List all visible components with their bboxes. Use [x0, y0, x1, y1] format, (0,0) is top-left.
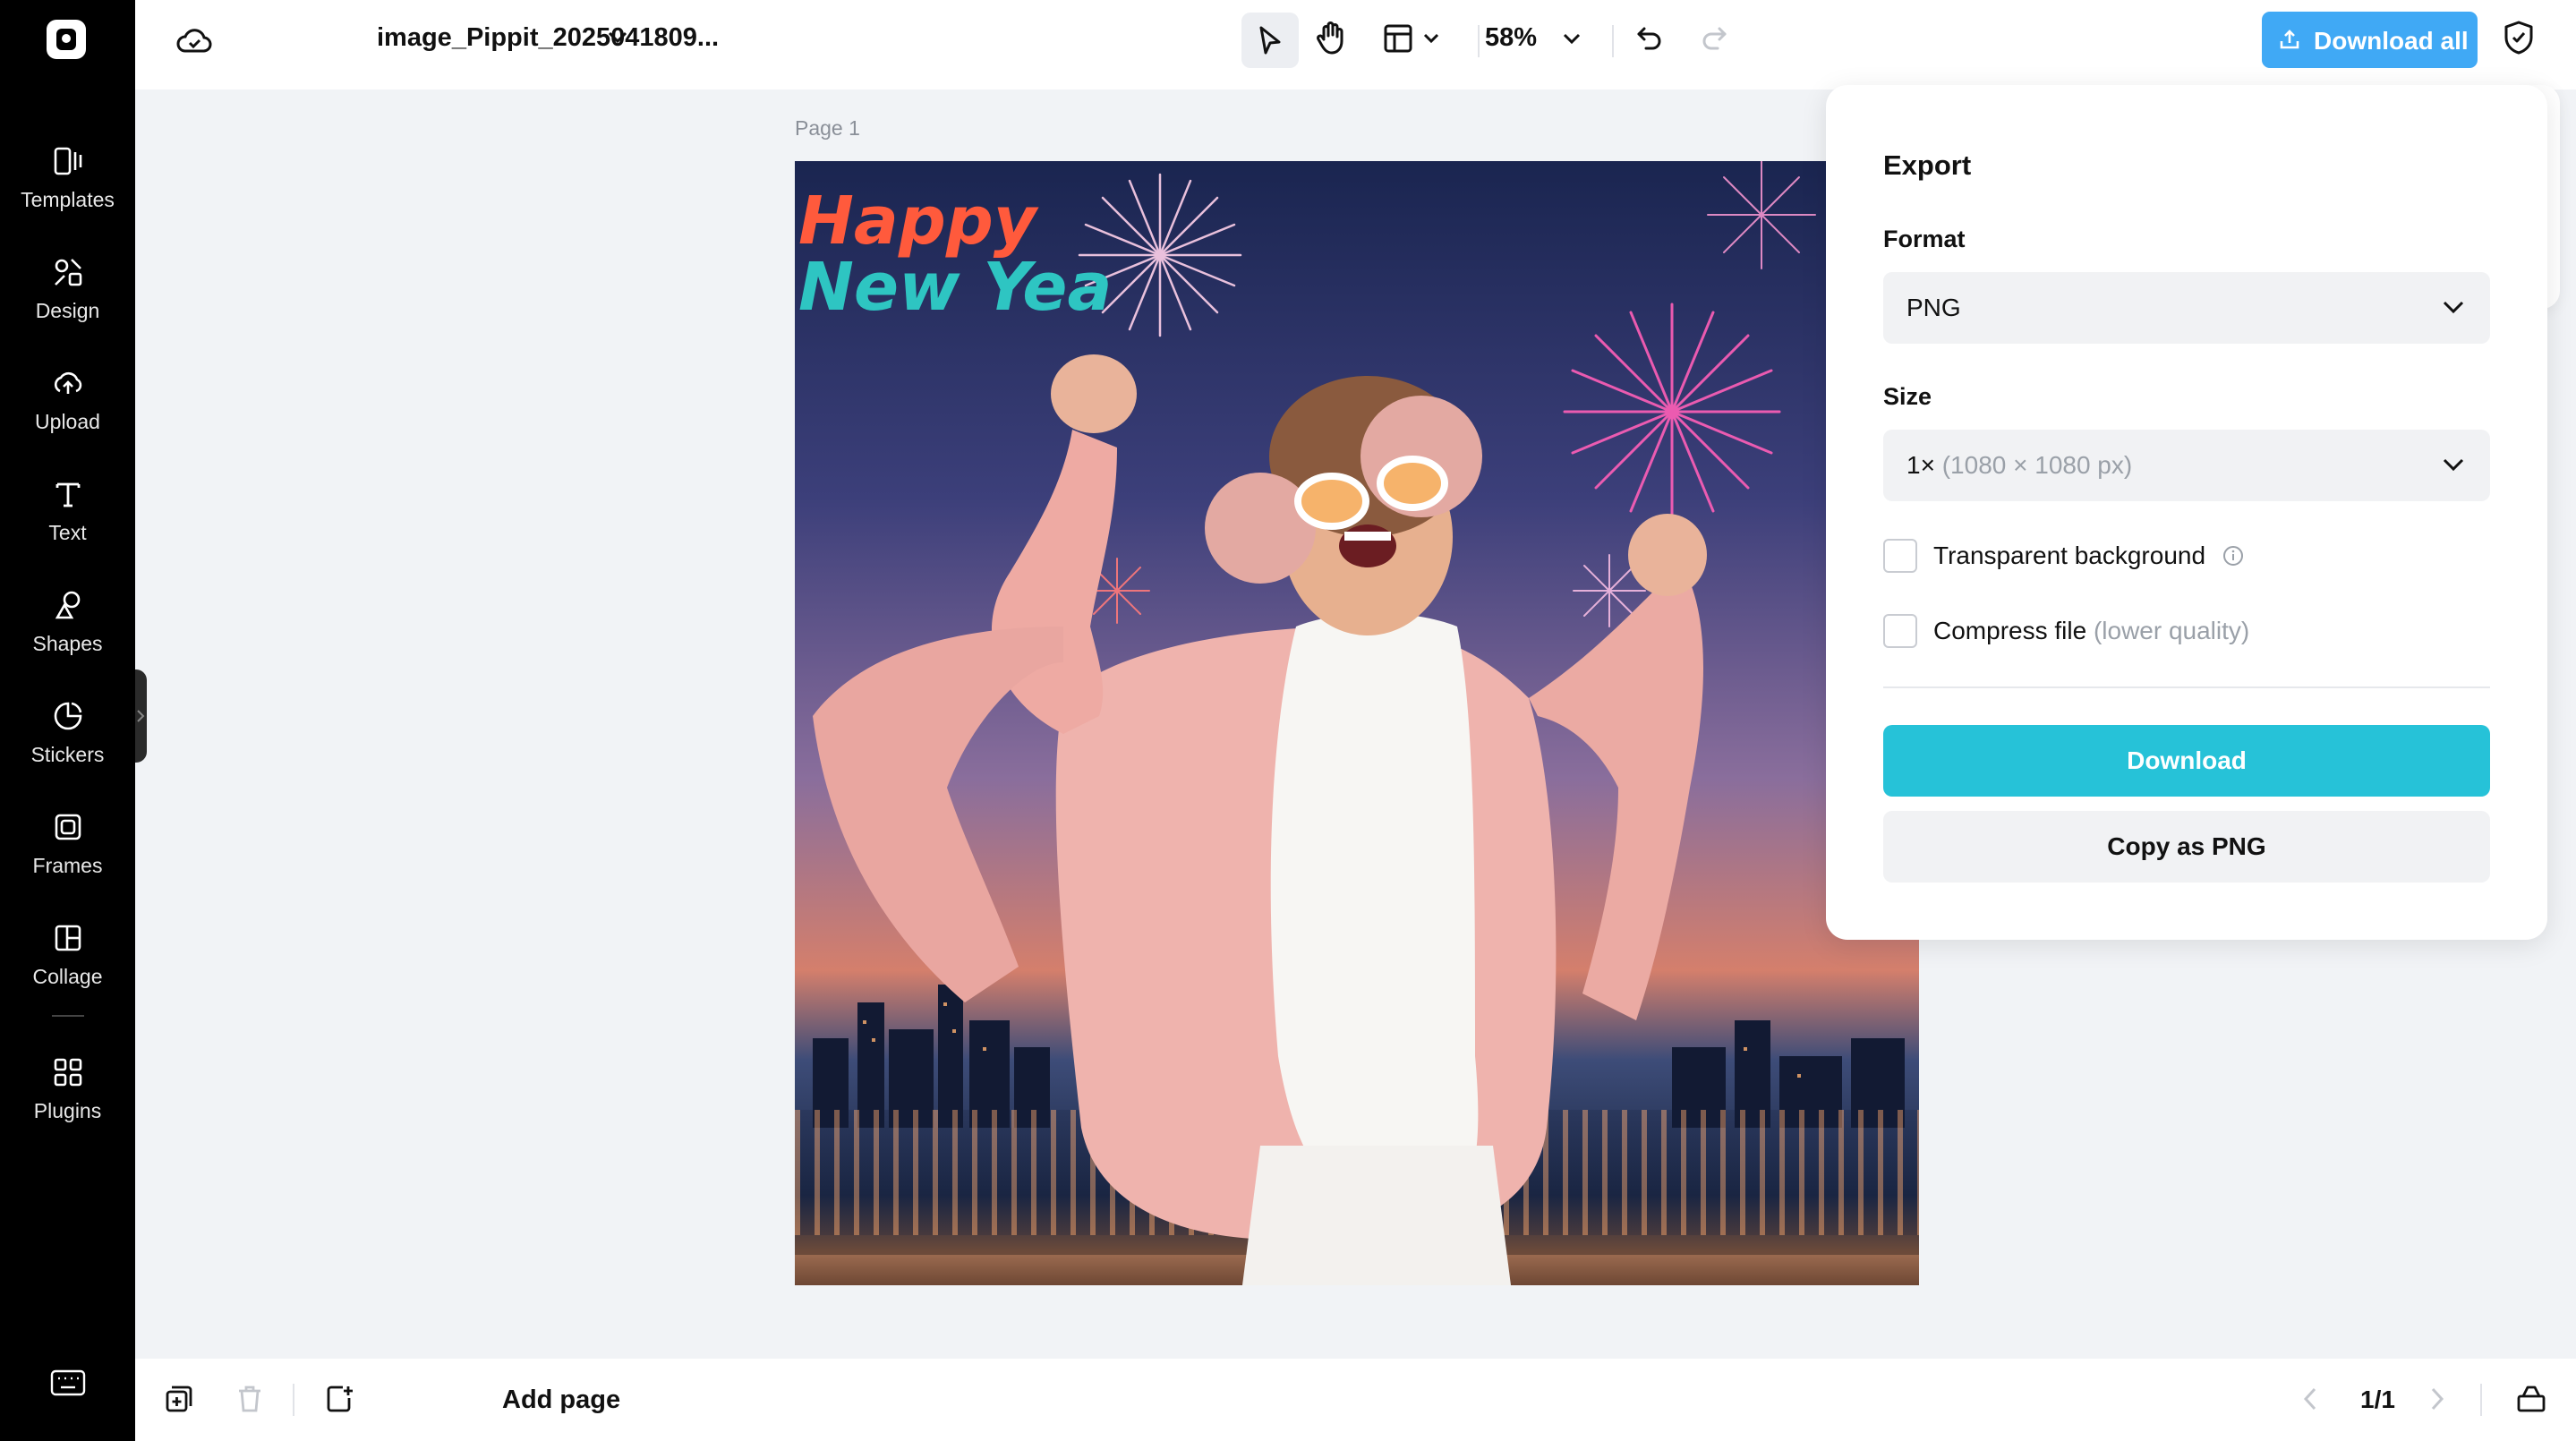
download-all-label: Download all	[2314, 27, 2469, 55]
select-tool-button[interactable]	[1241, 13, 1299, 68]
person-illustration	[813, 354, 1707, 1285]
bottom-divider	[293, 1384, 294, 1416]
artboard-image[interactable]: Happy New Yea	[795, 161, 1919, 1285]
compress-file-checkbox[interactable]	[1883, 614, 1917, 648]
format-select[interactable]: PNG	[1883, 272, 2490, 344]
zoom-level[interactable]: 58%	[1485, 23, 1537, 53]
sidebar-item-label: Plugins	[33, 1099, 102, 1122]
collage-icon	[55, 925, 81, 951]
collapse-panel-handle[interactable]	[135, 669, 147, 763]
redo-icon[interactable]	[1700, 23, 1728, 52]
toolbar-divider	[1478, 25, 1480, 57]
size-select[interactable]: 1× (1080 × 1080 px)	[1883, 430, 2490, 501]
bottom-divider	[2480, 1384, 2482, 1416]
chevron-right-icon	[137, 710, 145, 722]
trash-icon[interactable]	[235, 1384, 264, 1414]
size-label: Size	[1883, 383, 1932, 410]
spacer5	[1178, 21, 1179, 22]
page-label: Page 1	[795, 116, 860, 140]
export-title: Export	[1883, 149, 1972, 181]
sidebar-item-frames[interactable]: Frames	[0, 802, 135, 900]
frames-icon	[55, 814, 81, 840]
chevron-down-icon	[2443, 458, 2464, 472]
transparent-background-checkbox[interactable]	[1883, 539, 1917, 573]
design-icon	[55, 259, 82, 286]
keyboard-shortcuts-icon[interactable]	[50, 1369, 86, 1396]
sidebar-item-collage[interactable]: Collage	[0, 913, 135, 1011]
info-icon[interactable]	[2222, 544, 2245, 567]
sidebar-item-label: Design	[35, 299, 100, 322]
upload-arrow-icon	[2280, 30, 2299, 49]
sidebar-item-label: Templates	[21, 188, 115, 211]
sidebar-item-label: Upload	[35, 410, 100, 433]
add-page-button[interactable]: Add page	[502, 1386, 620, 1415]
shapes-icon	[55, 591, 81, 619]
sidebar-item-label: Text	[48, 521, 87, 544]
sidebar-item-label: Shapes	[32, 632, 103, 655]
sidebar-item-plugins[interactable]: Plugins	[0, 1047, 135, 1146]
divider	[1883, 686, 2490, 688]
compress-file-option[interactable]: Compress file (lower quality)	[1933, 617, 2249, 645]
transparent-background-option[interactable]: Transparent background	[1933, 541, 2245, 570]
upload-icon	[54, 371, 82, 394]
sidebar-item-label: Collage	[32, 965, 103, 988]
spacer6	[1180, 21, 1181, 22]
sidebar-item-shapes[interactable]: Shapes	[0, 580, 135, 678]
cloud-sync-icon[interactable]	[176, 25, 212, 55]
bottom-bar: Add page 1/1	[135, 1359, 2576, 1441]
sidebar-item-stickers[interactable]: Stickers	[0, 691, 135, 789]
format-label: Format	[1883, 226, 1966, 252]
pages-panel-icon[interactable]	[2516, 1382, 2546, 1414]
next-page-icon[interactable]	[2427, 1386, 2448, 1412]
artwork-line1: Happy	[798, 183, 1037, 260]
artwork-line2: New Yea	[798, 249, 1113, 326]
text-icon	[55, 482, 81, 507]
undo-icon[interactable]	[1635, 23, 1664, 52]
add-page-icon[interactable]	[325, 1384, 355, 1414]
templates-icon	[54, 147, 82, 175]
export-panel: Export Format PNG Size 1× (1080 × 1080 p…	[1826, 85, 2547, 940]
layout-chevron-down-icon[interactable]	[1422, 32, 1440, 45]
page-indicator: 1/1	[2360, 1386, 2395, 1413]
download-button[interactable]: Download	[1883, 725, 2490, 797]
spacer26	[1193, 0, 1194, 1]
copy-as-png-button[interactable]: Copy as PNG	[1883, 811, 2490, 883]
size-scale: 1×	[1906, 451, 1935, 479]
sidebar-item-label: Stickers	[30, 743, 105, 766]
top-bar: image_Pippit_2025041809... 58% Download …	[135, 0, 2576, 90]
chevron-down-icon[interactable]	[607, 30, 628, 45]
file-name[interactable]: image_Pippit_2025041809...	[377, 23, 719, 53]
size-dimensions: (1080 × 1080 px)	[1941, 451, 2133, 479]
compress-file-hint: (lower quality)	[2093, 617, 2250, 644]
layout-icon[interactable]	[1383, 23, 1413, 54]
rail-divider	[52, 1015, 84, 1017]
duplicate-page-icon[interactable]	[164, 1384, 194, 1414]
shield-check-icon[interactable]	[2503, 20, 2535, 55]
sidebar-item-label: Frames	[32, 854, 103, 877]
sidebar-item-text[interactable]: Text	[0, 469, 135, 567]
chevron-down-icon	[2443, 301, 2464, 314]
sidebar-item-upload[interactable]: Upload	[0, 358, 135, 456]
cursor-icon	[1259, 26, 1281, 55]
sidebar-item-templates[interactable]: Templates	[0, 136, 135, 234]
stickers-icon	[54, 702, 82, 730]
previous-page-icon[interactable]	[2299, 1386, 2321, 1412]
left-rail: Templates Design Upload Text Shapes Stic…	[0, 0, 135, 1441]
happy-new-year-artwork: Happy New Yea	[798, 188, 1112, 320]
spacer3	[1182, 21, 1183, 22]
zoom-chevron-down-icon[interactable]	[1562, 32, 1582, 45]
compress-file-label: Compress file	[1933, 617, 2087, 644]
download-all-button[interactable]: Download all	[2262, 12, 2478, 68]
hand-pan-icon[interactable]	[1315, 20, 1347, 55]
plugins-icon	[54, 1058, 82, 1087]
sidebar-item-design[interactable]: Design	[0, 247, 135, 345]
app-logo-icon[interactable]	[47, 20, 86, 59]
size-value: 1× (1080 × 1080 px)	[1906, 451, 2132, 480]
format-value: PNG	[1906, 294, 1961, 321]
toolbar-divider	[1612, 25, 1614, 57]
transparent-background-label: Transparent background	[1933, 541, 2206, 569]
